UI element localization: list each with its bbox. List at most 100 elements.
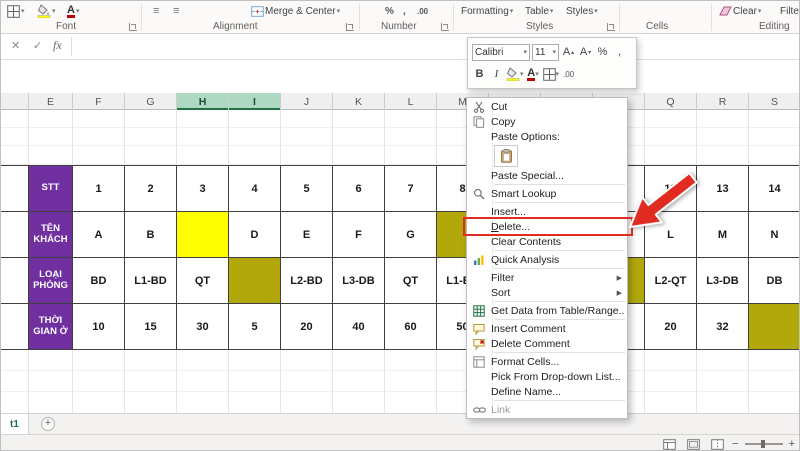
empty-cell[interactable] [333, 350, 385, 371]
cell[interactable] [229, 258, 281, 304]
empty-cell[interactable] [177, 128, 229, 146]
empty-cell[interactable] [697, 128, 749, 146]
empty-cell[interactable] [281, 392, 333, 413]
comma-style-icon[interactable]: , [403, 3, 406, 19]
empty-cell[interactable] [1, 110, 29, 128]
format-as-table-button[interactable]: Table ▾ [525, 3, 553, 19]
menu-item-cut[interactable]: Cut [467, 99, 627, 114]
empty-cell[interactable] [385, 128, 437, 146]
empty-cell[interactable] [177, 350, 229, 371]
empty-cell[interactable] [645, 146, 697, 165]
empty-cell[interactable] [177, 371, 229, 392]
cell-styles-button[interactable]: Styles ▾ [566, 3, 598, 19]
empty-cell[interactable] [73, 128, 125, 146]
empty-cell[interactable] [73, 110, 125, 128]
empty-cell[interactable] [1, 146, 29, 165]
empty-cell[interactable] [281, 371, 333, 392]
zoom-slider[interactable] [745, 443, 783, 445]
empty-cell[interactable] [125, 392, 177, 413]
empty-cell[interactable] [73, 146, 125, 165]
empty-cell[interactable] [177, 392, 229, 413]
borders-icon[interactable]: ▾ [543, 65, 560, 83]
empty-cell[interactable] [73, 350, 125, 371]
zoom-out-button[interactable]: − [732, 438, 738, 450]
empty-cell[interactable] [29, 350, 73, 371]
empty-cell[interactable] [281, 110, 333, 128]
page-break-view-icon[interactable] [708, 437, 726, 451]
font-name-select[interactable]: Calibri ▾ [472, 44, 530, 61]
cell[interactable]: L2-BD [281, 258, 333, 304]
menu-item-clear-contents[interactable]: Clear Contents [467, 234, 627, 249]
menu-item-paste-special[interactable]: Paste Special... [467, 168, 627, 183]
cell[interactable]: L3-DB [333, 258, 385, 304]
italic-button[interactable]: I [489, 65, 504, 83]
menu-item-sort[interactable]: Sort▶ [467, 285, 627, 300]
menu-item-delete[interactable]: Delete... [467, 219, 627, 234]
empty-cell[interactable] [177, 110, 229, 128]
menu-item-define-name[interactable]: Define Name... [467, 384, 627, 399]
fill-color-icon[interactable]: ▾ [37, 3, 56, 19]
cell[interactable]: 5 [281, 166, 333, 212]
empty-cell[interactable] [697, 371, 749, 392]
empty-cell[interactable] [385, 371, 437, 392]
conditional-formatting-button[interactable]: Formatting ▾ [461, 3, 513, 19]
cell[interactable]: 40 [333, 304, 385, 350]
empty-cell[interactable] [229, 371, 281, 392]
empty-cell[interactable] [749, 110, 800, 128]
cell[interactable]: 5 [229, 304, 281, 350]
empty-cell[interactable] [125, 128, 177, 146]
empty-cell[interactable] [333, 146, 385, 165]
cell[interactable]: QT [385, 258, 437, 304]
cell[interactable]: 3 [177, 166, 229, 212]
empty-cell[interactable] [645, 350, 697, 371]
menu-item-insert-comment[interactable]: Insert Comment [467, 321, 627, 336]
empty-cell[interactable] [29, 128, 73, 146]
sort-filter-button[interactable]: Filte [780, 3, 799, 19]
clear-button[interactable]: Clear ▾ [719, 3, 761, 19]
align-center-icon[interactable]: ≡ [173, 3, 178, 19]
menu-item-filter[interactable]: Filter▶ [467, 270, 627, 285]
font-dialog-launcher-icon[interactable] [129, 23, 137, 31]
empty-cell[interactable] [749, 371, 800, 392]
empty-cell[interactable] [385, 350, 437, 371]
font-size-select[interactable]: 11 ▾ [532, 44, 559, 61]
zoom-in-button[interactable]: + [789, 438, 795, 450]
normal-view-icon[interactable] [660, 437, 678, 451]
column-header-S[interactable]: S [749, 93, 800, 110]
menu-item-delete-comment[interactable]: Delete Comment [467, 336, 627, 351]
align-left-icon[interactable]: ≡ [153, 3, 158, 19]
column-header-G[interactable]: G [125, 93, 177, 110]
menu-item-smart-lookup[interactable]: Smart Lookup [467, 186, 627, 201]
empty-left-cell[interactable] [1, 212, 29, 258]
cell[interactable]: L1-BD [125, 258, 177, 304]
empty-cell[interactable] [29, 371, 73, 392]
page-layout-view-icon[interactable] [684, 437, 702, 451]
column-header-F[interactable]: F [73, 93, 125, 110]
cell[interactable]: 20 [645, 304, 697, 350]
empty-cell[interactable] [125, 110, 177, 128]
menu-item-pick-from-drop-down-list[interactable]: Pick From Drop-down List... [467, 369, 627, 384]
cell[interactable]: 4 [229, 166, 281, 212]
cell[interactable]: 30 [177, 304, 229, 350]
cell[interactable]: BD [73, 258, 125, 304]
cell[interactable]: D [229, 212, 281, 258]
column-header-J[interactable]: J [281, 93, 333, 110]
cell[interactable]: 2 [125, 166, 177, 212]
cell[interactable]: 60 [385, 304, 437, 350]
cell[interactable]: 32 [697, 304, 749, 350]
cell[interactable] [749, 304, 800, 350]
empty-cell[interactable] [333, 110, 385, 128]
cancel-icon[interactable]: ✕ [11, 39, 20, 52]
empty-cell[interactable] [229, 128, 281, 146]
empty-cell[interactable] [1, 371, 29, 392]
empty-cell[interactable] [385, 392, 437, 413]
empty-cell[interactable] [645, 128, 697, 146]
menu-item-format-cells[interactable]: Format Cells... [467, 354, 627, 369]
paste-icon[interactable] [494, 145, 518, 167]
column-header-Q[interactable]: Q [645, 93, 697, 110]
empty-cell[interactable] [333, 371, 385, 392]
merge-center-button[interactable]: Merge & Center ▾ [251, 3, 340, 19]
empty-cell[interactable] [749, 146, 800, 165]
cell[interactable]: L2-QT [645, 258, 697, 304]
empty-cell[interactable] [697, 146, 749, 165]
